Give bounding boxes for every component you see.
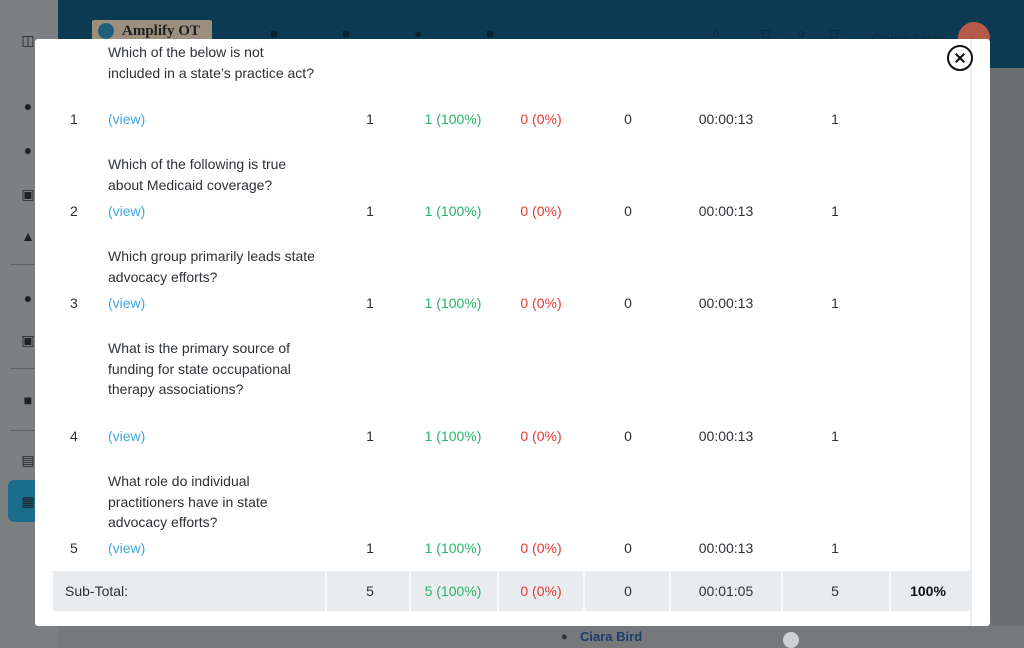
attempts-value: 1 [366,428,374,444]
background-user-link[interactable]: Ciara Bird [580,629,642,644]
subtotal-row: Sub-Total: 5 5 (100%) 0 (0%) 0 00:01:05 … [53,571,972,611]
question-number: 4 [70,428,78,444]
time-value: 00:00:13 [698,111,754,127]
graduation-cap-icon[interactable]: ▲ [20,228,36,244]
view-question-link[interactable]: (view) [108,428,145,444]
subtotal-label: Sub-Total: [65,583,129,599]
question-statistics-modal: Which of the below is not included in a … [35,39,990,626]
points-value: 1 [831,295,839,311]
question-text: What is the primary source of funding fo… [108,340,291,398]
skipped-value: 0 [624,203,632,219]
points-value: 1 [831,203,839,219]
incorrect-value: 0 (0%) [520,428,562,444]
correct-value: 1 (100%) [424,111,482,127]
time-value: 00:00:13 [698,203,754,219]
incorrect-value: 0 (0%) [520,295,562,311]
subtotal-points: 5 [831,583,839,599]
time-value: 00:00:13 [698,295,754,311]
skipped-value: 0 [624,428,632,444]
subtotal-incorrect: 0 (0%) [520,583,562,599]
scroll-indicator[interactable] [783,632,799,648]
map-icon[interactable]: ■ [20,392,36,408]
id-card-icon[interactable]: ▣ [20,186,36,202]
question-number: 5 [70,540,78,556]
skipped-value: 0 [624,111,632,127]
points-value: 1 [831,540,839,556]
skipped-value: 0 [624,540,632,556]
background-content [58,626,1024,648]
attempts-value: 1 [366,203,374,219]
close-icon[interactable] [947,45,973,71]
question-text: Which group primarily leads state advoca… [108,248,315,285]
question-number: 1 [70,111,78,127]
view-question-link[interactable]: (view) [108,540,145,556]
points-value: 1 [831,428,839,444]
question-table [53,39,972,626]
subtotal-attempts: 5 [366,583,374,599]
question-text: What role do individual practitioners ha… [108,473,268,531]
column-separator [781,571,783,611]
column-separator [325,571,327,611]
incorrect-value: 0 (0%) [520,540,562,556]
panel-toggle-icon[interactable]: ◫ [20,32,36,48]
question-number: 3 [70,295,78,311]
correct-value: 1 (100%) [424,203,482,219]
laptop-icon[interactable]: ▣ [20,332,36,348]
column-separator [669,571,671,611]
books-icon[interactable]: ▤ [20,452,36,468]
logo-globe-icon [98,23,114,39]
skipped-value: 0 [624,295,632,311]
points-value: 1 [831,111,839,127]
view-question-link[interactable]: (view) [108,295,145,311]
users-icon[interactable]: ● [20,290,36,306]
time-value: 00:00:13 [698,428,754,444]
question-text: Which of the following is true about Med… [108,156,287,193]
time-value: 00:00:13 [698,540,754,556]
subtotal-percent: 100% [910,583,946,599]
subtotal-time: 00:01:05 [698,583,754,599]
question-number: 2 [70,203,78,219]
document-icon: ▦ [21,493,35,509]
location-icon[interactable]: ● [20,98,36,114]
logo-text: Amplify OT [122,23,200,39]
attempts-value: 1 [366,111,374,127]
attempts-value: 1 [366,540,374,556]
correct-value: 1 (100%) [424,295,482,311]
user-icon[interactable]: ● [20,142,36,158]
view-question-link[interactable]: (view) [108,111,145,127]
correct-value: 1 (100%) [424,428,482,444]
user-icon: ● [561,631,568,643]
question-text: Which of the below is not included in a … [108,44,314,81]
incorrect-value: 0 (0%) [520,111,562,127]
incorrect-value: 0 (0%) [520,203,562,219]
view-question-link[interactable]: (view) [108,203,145,219]
correct-value: 1 (100%) [424,540,482,556]
subtotal-skipped: 0 [624,583,632,599]
attempts-value: 1 [366,295,374,311]
column-separator [889,571,891,611]
subtotal-correct: 5 (100%) [424,583,482,599]
